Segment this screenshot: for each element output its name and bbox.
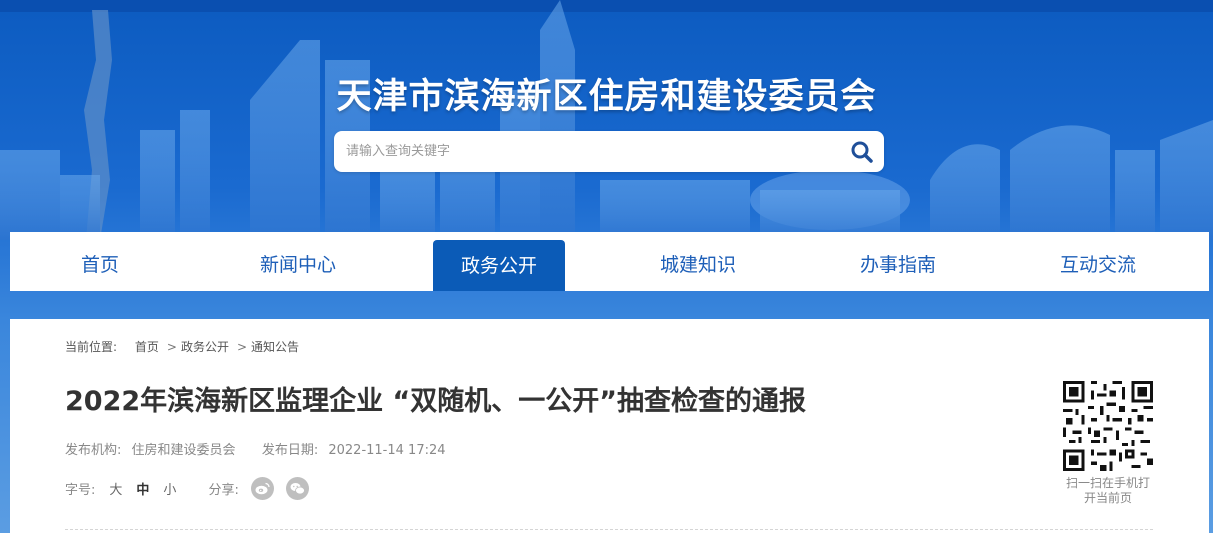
share-weibo-button[interactable] (250, 477, 274, 500)
font-size-large[interactable]: 大 (109, 479, 122, 498)
nav-item-government-affairs[interactable]: 政务公开 (433, 240, 565, 291)
breadcrumb-home[interactable]: 首页 (135, 340, 159, 354)
breadcrumb-notices[interactable]: 通知公告 (251, 340, 299, 354)
font-size-label: 字号: (65, 483, 96, 498)
divider (65, 529, 1153, 530)
main-nav: 首页 新闻中心 政务公开 城建知识 办事指南 互动交流 (10, 232, 1209, 291)
qr-code (1063, 381, 1153, 471)
qr-caption-line1: 扫一扫在手机打 (1065, 476, 1150, 490)
article-meta: 发布机构: 住房和建设委员会 发布日期: 2022-11-14 17:24 (65, 439, 446, 458)
nav-item-interaction[interactable]: 互动交流 (1033, 232, 1163, 291)
search-icon (851, 141, 873, 163)
publisher-label: 发布机构: (65, 443, 122, 458)
date-value: 2022-11-14 17:24 (328, 443, 446, 458)
breadcrumb: 当前位置: 首页 > 政务公开 > 通知公告 (65, 338, 303, 355)
date-label: 发布日期: (261, 443, 319, 458)
nav-item-service-guide[interactable]: 办事指南 (833, 232, 963, 291)
content-panel: 当前位置: 首页 > 政务公开 > 通知公告 2022年滨海新区监理企业 “双随机、一公… (10, 319, 1209, 533)
font-size-small[interactable]: 小 (163, 479, 176, 498)
nav-item-news-center[interactable]: 新闻中心 (233, 232, 363, 291)
publisher-value: 住房和建设委员会 (131, 443, 236, 458)
search-button[interactable] (840, 131, 884, 172)
breadcrumb-prefix: 当前位置: (65, 340, 118, 354)
search-input[interactable] (334, 131, 840, 172)
qr-caption: 扫一扫在手机打 开当前页 (1060, 476, 1156, 506)
font-size-medium[interactable]: 中 (136, 479, 149, 498)
wechat-icon (290, 483, 305, 495)
share-label: 分享: (208, 483, 239, 498)
search-box (334, 131, 884, 172)
breadcrumb-government-affairs[interactable]: 政务公开 (181, 340, 229, 354)
share-wechat-button[interactable] (285, 477, 309, 500)
nav-item-home[interactable]: 首页 (35, 232, 165, 291)
city-skyline-illustration (0, 0, 1213, 240)
site-title: 天津市滨海新区住房和建设委员会 (336, 77, 877, 117)
weibo-icon (255, 482, 270, 495)
breadcrumb-separator: > (166, 340, 177, 354)
nav-item-construction-knowledge[interactable]: 城建知识 (633, 232, 763, 291)
breadcrumb-separator: > (236, 340, 248, 354)
article-tools: 字号: 大 中 小 分享: (65, 477, 309, 500)
article-title: 2022年滨海新区监理企业 “双随机、一公开”抽查检查的通报 (65, 386, 807, 417)
qr-caption-line2: 开当前页 (1083, 491, 1132, 505)
